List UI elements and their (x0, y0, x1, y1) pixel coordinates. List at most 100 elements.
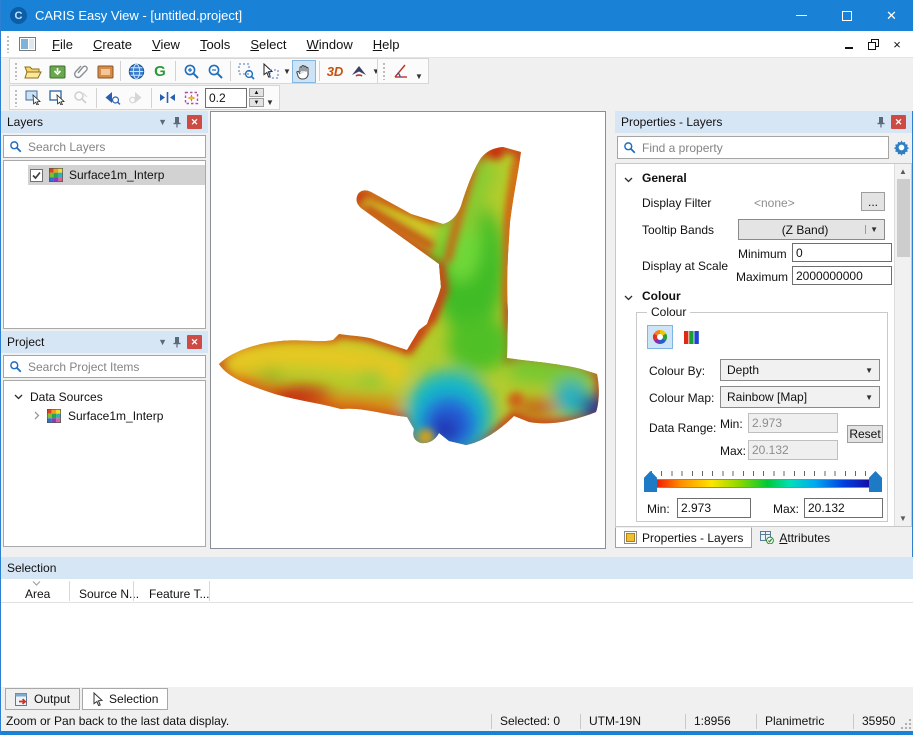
select-tool-button[interactable] (258, 60, 282, 83)
zoom-in-icon (183, 63, 200, 80)
panel-close-button[interactable]: ✕ (187, 115, 202, 129)
north-profile-button[interactable] (347, 60, 371, 83)
column-header-area[interactable]: Area (25, 587, 50, 601)
colour-group-box: Colour Colour By: Depth▼ Colour Map: Rai… (636, 312, 888, 522)
section-collapse-icon[interactable] (624, 177, 633, 183)
map-view[interactable] (210, 111, 606, 549)
tab-properties-layers[interactable]: Properties - Layers (615, 527, 752, 548)
pin-icon[interactable] (172, 336, 182, 348)
angle-measure-button[interactable] (389, 60, 413, 83)
panel-menu-icon[interactable]: ▼ (158, 117, 167, 127)
layers-search[interactable]: Search Layers (3, 135, 206, 158)
colour-by-dropdown[interactable]: Depth▼ (720, 359, 880, 381)
layer-row[interactable]: Surface1m_Interp (4, 165, 205, 185)
spinner-down-icon[interactable]: ▼ (249, 98, 264, 107)
window-close-button[interactable]: ✕ (869, 0, 913, 31)
menu-select[interactable]: Select (240, 32, 296, 57)
reset-button[interactable]: Reset (847, 425, 883, 443)
toolbar-overflow-button[interactable]: ▼ (266, 98, 274, 107)
tab-attributes[interactable]: Attributes (752, 527, 838, 548)
property-search[interactable]: Find a property (617, 136, 889, 159)
toolbar-grip[interactable] (14, 62, 18, 80)
import-data-button[interactable] (45, 60, 69, 83)
chevron-expanded-icon[interactable] (14, 394, 23, 400)
menu-help[interactable]: Help (363, 32, 410, 57)
attach-links-button[interactable] (69, 60, 93, 83)
scale-minimum-input[interactable] (792, 243, 892, 262)
flash-selection-button[interactable] (179, 86, 203, 109)
general-section-label[interactable]: General (642, 171, 687, 185)
zoom-window-button[interactable] (234, 60, 258, 83)
chevron-collapsed-icon[interactable] (34, 411, 40, 420)
section-collapse-icon[interactable] (624, 295, 633, 301)
menu-tools[interactable]: Tools (190, 32, 240, 57)
column-header-source-name[interactable]: Source N... (79, 587, 139, 601)
properties-scrollbar[interactable]: ▲ ▼ (894, 164, 911, 526)
window-maximize-button[interactable] (824, 0, 869, 31)
display-filter-browse-button[interactable]: ... (861, 192, 885, 211)
column-header-feature-type[interactable]: Feature T... (149, 587, 209, 601)
colour-section-label[interactable]: Colour (642, 289, 681, 303)
scale-maximum-input[interactable] (792, 266, 892, 285)
menu-file[interactable]: File (42, 32, 83, 57)
fit-width-button[interactable] (155, 86, 179, 109)
bathymetry-surface[interactable] (211, 112, 605, 548)
mdi-restore-button[interactable] (862, 35, 884, 53)
tab-output[interactable]: Output (5, 688, 80, 710)
pan-tool-button[interactable] (292, 60, 316, 83)
tolerance-input[interactable] (205, 88, 247, 108)
colour-map-dropdown[interactable]: Rainbow [Map]▼ (720, 386, 880, 408)
project-tree: Data Sources Surface1m_Interp (3, 380, 206, 547)
window-minimize-button[interactable] (779, 0, 824, 31)
resize-grip-icon[interactable] (900, 718, 912, 730)
settings-gear-icon[interactable] (893, 139, 910, 156)
scroll-down-icon[interactable]: ▼ (895, 514, 911, 523)
min-input[interactable] (677, 498, 751, 518)
colour-fixed-button[interactable] (647, 325, 673, 349)
select-tool-dropdown[interactable]: ▼ (282, 67, 292, 76)
globe-view-button[interactable] (124, 60, 148, 83)
panel-close-button[interactable]: ✕ (891, 115, 906, 129)
layer-checkbox[interactable] (30, 169, 43, 182)
mdi-minimize-button[interactable] (838, 35, 860, 53)
view-3d-button[interactable]: 3D (323, 60, 347, 83)
menubar-grip[interactable] (6, 35, 10, 53)
toolbar-overflow-button[interactable]: ▼ (415, 72, 423, 81)
tree-node-surface[interactable]: Surface1m_Interp (4, 406, 205, 425)
tolerance-spinner[interactable]: ▲ ▼ (249, 88, 264, 107)
panel-close-button[interactable]: ✕ (187, 335, 202, 349)
tree-node-data-sources[interactable]: Data Sources (4, 387, 205, 406)
pin-icon[interactable] (876, 116, 886, 128)
project-search[interactable]: Search Project Items (3, 355, 206, 378)
menu-window[interactable]: Window (296, 32, 362, 57)
menu-view[interactable]: View (142, 32, 190, 57)
select-by-polygon-button[interactable] (45, 86, 69, 109)
pin-icon[interactable] (172, 116, 182, 128)
next-view-icon (129, 90, 144, 105)
max-input[interactable] (804, 498, 883, 518)
previous-view-button[interactable] (100, 86, 124, 109)
open-project-button[interactable] (21, 60, 45, 83)
toolbar-grip[interactable] (382, 62, 386, 80)
toolbar-grip[interactable] (14, 89, 18, 107)
tab-selection[interactable]: Selection (82, 688, 168, 710)
mdi-close-button[interactable]: × (886, 35, 908, 53)
spinner-up-icon[interactable]: ▲ (249, 88, 264, 97)
save-package-button[interactable] (93, 60, 117, 83)
toolbar-row-2: ▲ ▼ ▼ (1, 85, 913, 111)
panel-menu-icon[interactable]: ▼ (158, 337, 167, 347)
selection-table-body[interactable] (1, 603, 913, 686)
tooltip-bands-dropdown[interactable]: (Z Band) ▼ (738, 219, 885, 240)
next-view-button[interactable] (124, 86, 148, 109)
menu-create[interactable]: Create (83, 32, 142, 57)
layers-tree: Surface1m_Interp (3, 160, 206, 329)
colour-bands-button[interactable] (679, 325, 703, 349)
selection-panel-header: Selection (1, 557, 913, 579)
clear-selection-button[interactable] (69, 86, 93, 109)
scroll-up-icon[interactable]: ▲ (895, 167, 911, 176)
zoom-in-button[interactable] (179, 60, 203, 83)
google-earth-button[interactable]: G (148, 60, 172, 83)
scrollbar-thumb[interactable] (897, 179, 910, 257)
zoom-out-button[interactable] (203, 60, 227, 83)
select-by-rectangle-button[interactable] (21, 86, 45, 109)
